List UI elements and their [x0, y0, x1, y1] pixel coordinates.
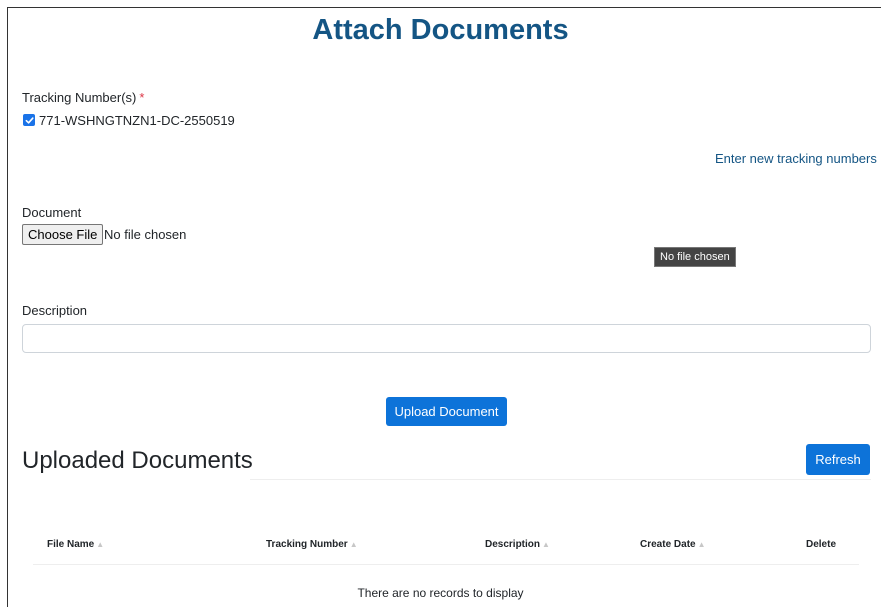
column-header-delete: Delete: [806, 539, 836, 550]
uploaded-documents-title: Uploaded Documents: [22, 447, 253, 474]
column-label: Description: [485, 539, 541, 550]
enter-new-tracking-link[interactable]: Enter new tracking numbers: [715, 151, 877, 166]
tracking-label: Tracking Number(s) *: [22, 90, 144, 105]
header-divider: [250, 479, 871, 480]
checkmark-icon: [25, 116, 34, 124]
choose-file-button[interactable]: Choose File: [22, 224, 104, 245]
sort-icon: ▲: [349, 540, 358, 549]
sort-icon: ▲: [96, 540, 105, 549]
column-label: File Name: [47, 539, 95, 550]
column-label: Create Date: [640, 539, 696, 550]
file-status-text: No file chosen: [104, 227, 187, 242]
sort-icon: ▲: [697, 540, 706, 549]
description-label: Description: [22, 303, 88, 318]
table-header-divider: [33, 564, 859, 565]
required-mark: *: [139, 90, 145, 105]
file-tooltip: No file chosen: [654, 247, 736, 267]
column-header-tracking-number[interactable]: Tracking Number ▲: [266, 539, 358, 550]
empty-table-message: There are no records to display: [357, 586, 524, 600]
refresh-button[interactable]: Refresh: [806, 444, 870, 475]
column-label: Tracking Number: [266, 539, 348, 550]
description-input[interactable]: [22, 324, 871, 353]
column-header-create-date[interactable]: Create Date ▲: [640, 539, 706, 550]
document-label: Document: [22, 205, 82, 220]
column-label: Delete: [806, 539, 837, 550]
upload-document-button[interactable]: Upload Document: [386, 397, 507, 426]
page-title: Attach Documents: [312, 14, 569, 46]
column-header-file-name[interactable]: File Name ▲: [47, 539, 104, 550]
tracking-label-text: Tracking Number(s): [22, 90, 137, 105]
sort-icon: ▲: [542, 540, 550, 549]
tracking-number-label[interactable]: 771-WSHNGTNZN1-DC-2550519: [39, 113, 235, 128]
column-header-description[interactable]: Description ▲: [485, 539, 550, 550]
tracking-checkbox[interactable]: [23, 114, 35, 126]
